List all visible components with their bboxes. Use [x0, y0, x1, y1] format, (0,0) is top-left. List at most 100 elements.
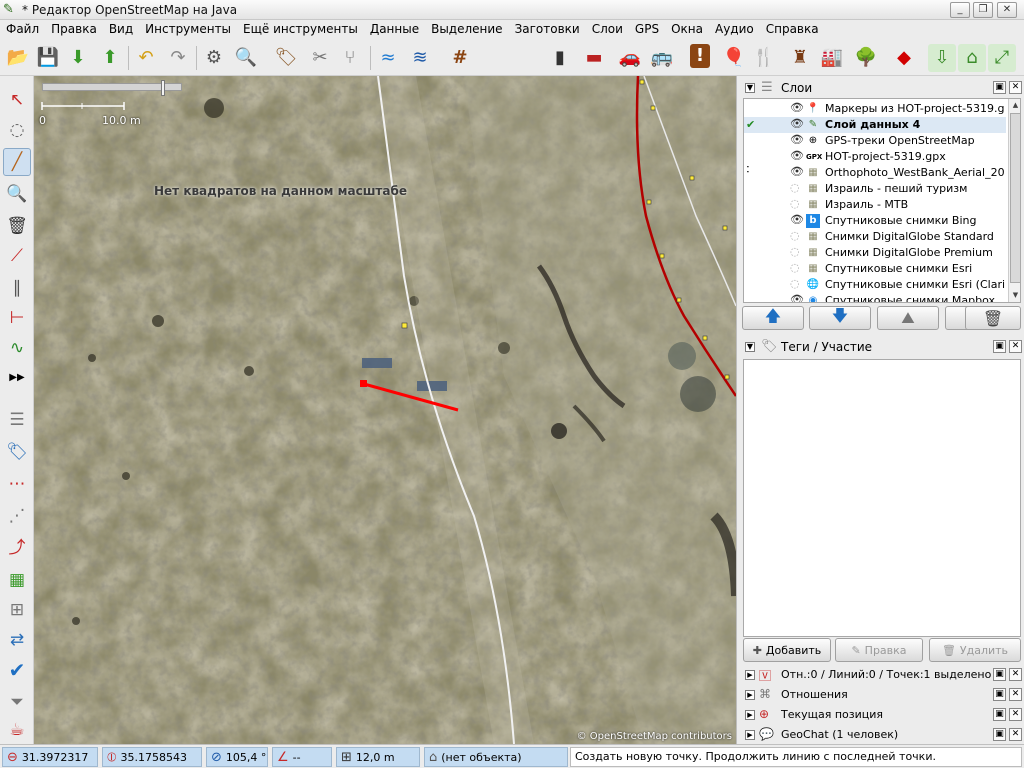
layer-row[interactable]: 👁 📍 Маркеры из HOT-project-5319.gpx: [744, 101, 1006, 117]
visibility-eye-icon[interactable]: 👁: [790, 149, 804, 162]
layer-row[interactable]: 👁 GPX HOT-project-5319.gpx: [744, 149, 1006, 165]
layer-row[interactable]: 👁 ⊕ GPS-треки OpenStreetMap: [744, 133, 1006, 149]
toggle-geochat-icon[interactable]: ☕: [3, 716, 31, 744]
visibility-eye-icon[interactable]: ◌: [790, 229, 800, 242]
preferences-icon[interactable]: ⚙: [200, 44, 228, 72]
collapse-toggle[interactable]: ▼: [745, 83, 755, 93]
extrude-tool-icon[interactable]: ⊢: [3, 304, 31, 332]
relations-panel[interactable]: ▶ ⌘ Отношения ▣ ✕: [741, 685, 1022, 705]
restaurant-icon[interactable]: 🍴: [750, 44, 778, 72]
draw-curve-tool-icon[interactable]: ∿: [3, 334, 31, 362]
menu-file[interactable]: Файл: [0, 20, 45, 40]
expand-toggle[interactable]: ▶: [745, 690, 755, 700]
wall-icon[interactable]: ▬: [580, 44, 608, 72]
visibility-eye-icon[interactable]: 👁: [790, 133, 804, 146]
undock-icon[interactable]: ▣: [993, 668, 1006, 681]
close-button[interactable]: ✕: [997, 2, 1017, 18]
factory-icon[interactable]: 🏭: [818, 44, 846, 72]
toggle-conflict-icon[interactable]: ⇄: [3, 626, 31, 654]
undock-icon[interactable]: ▣: [993, 728, 1006, 741]
visibility-eye-icon[interactable]: 👁: [790, 165, 804, 178]
zoom-tool-icon[interactable]: 🔍: [3, 180, 31, 208]
tree-icon[interactable]: 🌳: [852, 44, 880, 72]
select-tool-icon[interactable]: ↖: [3, 86, 31, 114]
geochat-panel[interactable]: ▶ 💬 GeoChat (1 человек) ▣ ✕: [741, 725, 1022, 745]
more-tools-icon[interactable]: ▶▶: [3, 364, 31, 392]
layer-row[interactable]: ⠅ 👁 ▦ Orthophoto_WestBank_Aerial_20...: [744, 165, 1006, 181]
undock-icon[interactable]: ▣: [993, 81, 1006, 94]
orthogonalize-icon[interactable]: ⤢: [988, 44, 1016, 72]
move-up-button[interactable]: 🡅: [742, 306, 804, 330]
visibility-eye-icon[interactable]: ◌: [790, 197, 800, 210]
move-home-icon[interactable]: ⌂: [958, 44, 986, 72]
scroll-down-icon[interactable]: ▼: [1010, 289, 1020, 301]
close-panel-icon[interactable]: ✕: [1009, 728, 1022, 741]
move-down-button[interactable]: 🡇: [809, 306, 871, 330]
expand-toggle[interactable]: ▶: [745, 670, 755, 680]
warning-icon[interactable]: !: [690, 44, 710, 68]
maximize-button[interactable]: ❐: [973, 2, 993, 18]
selection-panel[interactable]: ▶ 🅅 Отн.:0 / Линий:0 / Точек:1 выделено …: [741, 665, 1022, 685]
close-panel-icon[interactable]: ✕: [1009, 668, 1022, 681]
delete-layer-button[interactable]: 🗑: [965, 306, 1021, 330]
layer-row[interactable]: 👁 ◉ Спутниковые снимки Mapbox: [744, 293, 1006, 302]
layer-row[interactable]: ◌ 🌐 Спутниковые снимки Esri (Clarity...: [744, 277, 1006, 293]
toggle-layers-icon[interactable]: ☰: [3, 406, 31, 434]
search-icon[interactable]: 🔍: [232, 44, 260, 72]
tags-table[interactable]: [743, 359, 1021, 637]
parallel-tool-icon[interactable]: ∥: [3, 274, 31, 302]
download-icon[interactable]: ⬇: [64, 44, 92, 72]
undock-icon[interactable]: ▣: [993, 340, 1006, 353]
water-icon[interactable]: ≋: [406, 44, 434, 72]
close-panel-icon[interactable]: ✕: [1009, 688, 1022, 701]
collapse-toggle[interactable]: ▼: [745, 342, 755, 352]
toggle-imagery-icon[interactable]: ▦: [3, 566, 31, 594]
toggle-relations-icon[interactable]: ⋰: [3, 502, 31, 530]
visibility-eye-icon[interactable]: 👁: [790, 213, 804, 226]
map-marker-icon[interactable]: ◆: [890, 44, 918, 72]
railway-icon[interactable]: #: [446, 44, 474, 72]
undock-icon[interactable]: ▣: [993, 708, 1006, 721]
expand-toggle[interactable]: ▶: [745, 730, 755, 740]
delete-tool-icon[interactable]: 🗑: [3, 212, 31, 240]
menu-selection[interactable]: Выделение: [425, 20, 508, 40]
layer-row[interactable]: ◌ ▦ Израиль - МТВ: [744, 197, 1006, 213]
bus-icon[interactable]: 🚌: [648, 44, 676, 72]
layer-row[interactable]: ◌ ▦ Спутниковые снимки Esri: [744, 261, 1006, 277]
improve-way-tool-icon[interactable]: ⟋: [3, 242, 31, 270]
menu-presets[interactable]: Заготовки: [509, 20, 586, 40]
expand-toggle[interactable]: ▶: [745, 710, 755, 720]
map-view[interactable]: 0 10.0 m Нет квадратов на данном масштаб…: [34, 76, 736, 744]
validation-icon[interactable]: ✔: [3, 656, 31, 684]
scroll-up-icon[interactable]: ▲: [1010, 99, 1020, 111]
layer-row[interactable]: ◌ ▦ Снимки DigitalGlobe Premium: [744, 245, 1006, 261]
map-attribution[interactable]: © OpenStreetMap contributors: [577, 731, 732, 742]
layer-row[interactable]: ✔ 👁 ✎ Слой данных 4: [744, 117, 1006, 133]
menu-data[interactable]: Данные: [364, 20, 425, 40]
tag-icon[interactable]: 🏷: [272, 44, 300, 72]
visibility-eye-icon[interactable]: ◌: [790, 245, 800, 258]
edit-tag-button[interactable]: ✎ Правка: [835, 638, 923, 662]
layer-list-scrollbar[interactable]: ▲ ▼: [1008, 99, 1020, 302]
menu-gps[interactable]: GPS: [629, 20, 665, 40]
zoom-slider[interactable]: [42, 80, 182, 96]
toggle-tags-icon[interactable]: 🏷: [3, 438, 31, 466]
menu-edit[interactable]: Правка: [45, 20, 103, 40]
open-file-icon[interactable]: 📂: [4, 44, 32, 72]
toggle-selection-icon[interactable]: ⋯: [3, 470, 31, 498]
layer-row[interactable]: 👁 b Спутниковые снимки Bing: [744, 213, 1006, 229]
move-node-icon[interactable]: ⇩: [928, 44, 956, 72]
menu-tools[interactable]: Инструменты: [139, 20, 237, 40]
visibility-eye-icon[interactable]: ◌: [790, 277, 800, 290]
active-layer-indicator[interactable]: ✔: [746, 118, 758, 131]
filter-icon[interactable]: ⏷: [3, 688, 31, 716]
current-position-panel[interactable]: ▶ ⊕ Текущая позиция ▣ ✕: [741, 705, 1022, 725]
add-tag-button[interactable]: ✚ Добавить: [743, 638, 831, 662]
draw-tool-icon[interactable]: ╱: [3, 148, 31, 176]
undo-icon[interactable]: ↶: [132, 44, 160, 72]
visibility-eye-icon[interactable]: ◌: [790, 261, 800, 274]
menu-windows[interactable]: Окна: [665, 20, 709, 40]
undock-icon[interactable]: ▣: [993, 688, 1006, 701]
redo-icon[interactable]: ↷: [164, 44, 192, 72]
menu-layers[interactable]: Слои: [586, 20, 629, 40]
